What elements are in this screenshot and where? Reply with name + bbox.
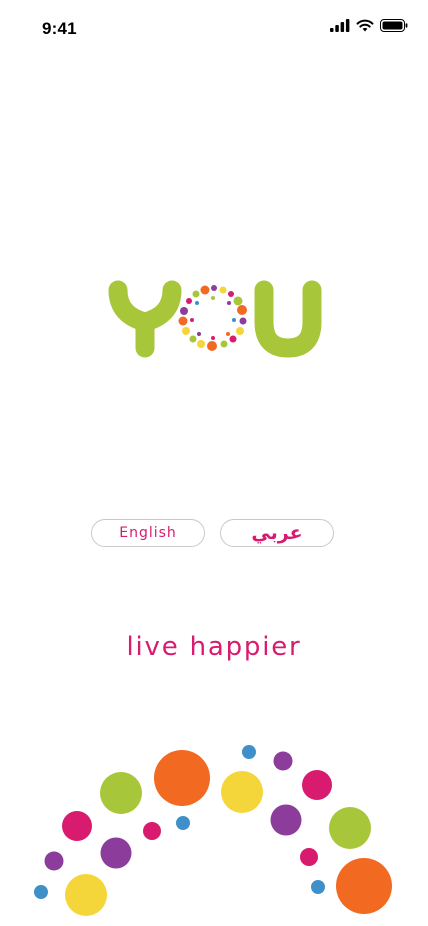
dot [300, 848, 318, 866]
dot [62, 811, 92, 841]
you-logo-mark [108, 280, 322, 358]
dot [270, 804, 302, 836]
wifi-icon [356, 19, 374, 32]
battery-icon [380, 19, 408, 32]
arabic-button[interactable]: عربي [220, 519, 334, 547]
dot [34, 885, 48, 899]
status-icons [330, 19, 408, 32]
tagline: live happier [126, 632, 302, 662]
dot [221, 771, 263, 813]
dot [302, 770, 332, 800]
dot [273, 751, 293, 771]
cellular-signal-icon [330, 19, 350, 32]
logo-letter-y [108, 280, 182, 358]
dot [100, 772, 142, 814]
dot [143, 822, 161, 840]
dot [154, 750, 210, 806]
dot [176, 816, 190, 830]
language-selector: English عربي [91, 519, 334, 547]
dot [44, 851, 64, 871]
dot [311, 880, 325, 894]
english-button[interactable]: English [91, 519, 205, 547]
dot [65, 874, 107, 916]
dot [329, 807, 371, 849]
logo-letter-o-dots [178, 285, 247, 351]
status-time: 9:41 [42, 19, 77, 38]
you-logo: live happier [0, 270, 428, 662]
status-bar: 9:41 [0, 0, 428, 58]
logo-letter-u [254, 280, 322, 358]
dot [100, 837, 132, 869]
dot [336, 858, 392, 914]
dot [242, 745, 256, 759]
decorative-dots [34, 745, 392, 916]
